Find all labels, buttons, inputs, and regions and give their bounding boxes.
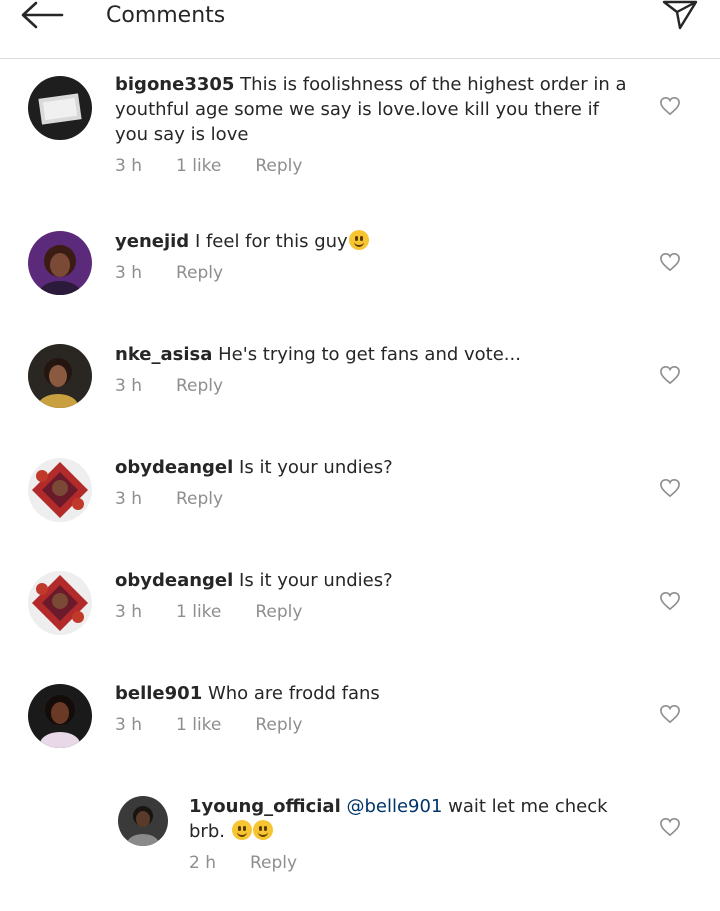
reply-button[interactable]: Reply <box>176 263 223 283</box>
comment-username[interactable]: nke_asisa <box>115 344 212 365</box>
avatar-image <box>28 76 92 140</box>
comment-time: 3 h <box>115 376 142 396</box>
comment-body: Is it your undies? <box>239 570 393 591</box>
avatar-image <box>28 571 92 635</box>
avatar-image <box>28 684 92 748</box>
comment-time: 3 h <box>115 489 142 509</box>
comment-meta: 3 h Reply <box>115 489 635 509</box>
comment-text: bigone3305 This is foolishness of the hi… <box>115 72 635 147</box>
grinning-emoji-icon <box>348 230 369 250</box>
comment-username[interactable]: belle901 <box>115 683 202 704</box>
reply-button[interactable]: Reply <box>176 376 223 396</box>
comment-meta: 3 h 1 like Reply <box>115 715 635 735</box>
comment-likes[interactable]: 1 like <box>176 156 221 176</box>
comment-body: I feel for this guy <box>194 231 348 252</box>
heart-icon[interactable] <box>659 252 681 272</box>
comment-username[interactable]: yenejid <box>115 231 189 252</box>
comment-meta: 3 h 1 like Reply <box>115 602 635 622</box>
comments-header: Comments <box>0 0 720 59</box>
comment-meta: 2 h Reply <box>189 853 639 873</box>
comment-time: 3 h <box>115 715 142 735</box>
comment-content: belle901 Who are frodd fans 3 h 1 like R… <box>115 681 635 735</box>
send-icon[interactable] <box>660 0 700 34</box>
back-arrow-icon[interactable] <box>18 0 66 36</box>
avatar[interactable] <box>28 458 92 522</box>
grinning-emoji-icon <box>252 820 273 840</box>
comment-time: 2 h <box>189 853 216 873</box>
comment-username[interactable]: obydeangel <box>115 570 233 591</box>
comment-text: belle901 Who are frodd fans <box>115 681 635 706</box>
avatar[interactable] <box>118 796 168 846</box>
avatar[interactable] <box>28 76 92 140</box>
comment-content: 1young_official @belle901 wait let me ch… <box>189 794 639 873</box>
avatar[interactable] <box>28 344 92 408</box>
comment-time: 3 h <box>115 602 142 622</box>
comment-text: 1young_official @belle901 wait let me ch… <box>189 794 639 844</box>
comment-content: obydeangel Is it your undies? 3 h Reply <box>115 455 635 509</box>
avatar-image <box>28 344 92 408</box>
comment-username[interactable]: 1young_official <box>189 796 341 817</box>
comment-text: obydeangel Is it your undies? <box>115 568 635 593</box>
heart-icon[interactable] <box>659 96 681 116</box>
avatar[interactable] <box>28 684 92 748</box>
heart-icon[interactable] <box>659 817 681 837</box>
comment-meta: 3 h 1 like Reply <box>115 156 635 176</box>
avatar-image <box>28 231 92 295</box>
comment-content: bigone3305 This is foolishness of the hi… <box>115 72 635 176</box>
reply-button[interactable]: Reply <box>255 156 302 176</box>
avatar-image <box>28 458 92 522</box>
reply-button[interactable]: Reply <box>255 602 302 622</box>
comment-text: yenejid I feel for this guy <box>115 229 635 254</box>
comment-text: obydeangel Is it your undies? <box>115 455 635 480</box>
heart-icon[interactable] <box>659 704 681 724</box>
reply-button[interactable]: Reply <box>255 715 302 735</box>
comment-content: nke_asisa He's trying to get fans and vo… <box>115 342 635 396</box>
comment-meta: 3 h Reply <box>115 376 635 396</box>
heart-icon[interactable] <box>659 591 681 611</box>
comment-body: Is it your undies? <box>239 457 393 478</box>
comment-time: 3 h <box>115 263 142 283</box>
comment-content: yenejid I feel for this guy 3 h Reply <box>115 229 635 283</box>
comment-text: nke_asisa He's trying to get fans and vo… <box>115 342 635 367</box>
comment-time: 3 h <box>115 156 142 176</box>
heart-icon[interactable] <box>659 478 681 498</box>
comment-meta: 3 h Reply <box>115 263 635 283</box>
comment-body: Who are frodd fans <box>207 683 380 704</box>
avatar[interactable] <box>28 231 92 295</box>
comment-body: He's trying to get fans and vote... <box>218 344 521 365</box>
comment-content: obydeangel Is it your undies? 3 h 1 like… <box>115 568 635 622</box>
heart-icon[interactable] <box>659 365 681 385</box>
avatar-image <box>118 796 168 846</box>
comment-likes[interactable]: 1 like <box>176 715 221 735</box>
comment-username[interactable]: obydeangel <box>115 457 233 478</box>
reply-button[interactable]: Reply <box>250 853 297 873</box>
comment-likes[interactable]: 1 like <box>176 602 221 622</box>
reply-button[interactable]: Reply <box>176 489 223 509</box>
avatar[interactable] <box>28 571 92 635</box>
page-title: Comments <box>106 3 226 28</box>
mention-link[interactable]: @belle901 <box>346 796 442 817</box>
grinning-emoji-icon <box>231 820 252 840</box>
comment-username[interactable]: bigone3305 <box>115 74 234 95</box>
